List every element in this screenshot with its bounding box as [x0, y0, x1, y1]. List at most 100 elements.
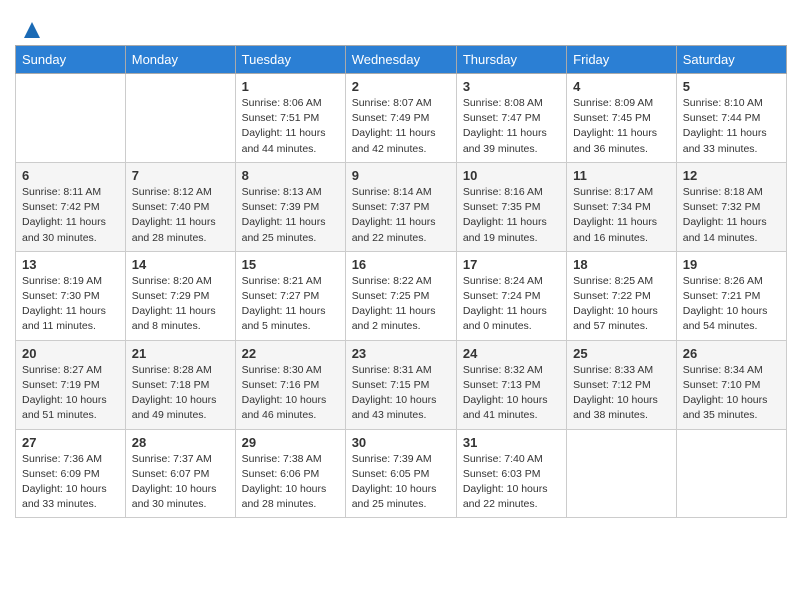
- calendar-day-cell: 16 Sunrise: 8:22 AMSunset: 7:25 PMDaylig…: [345, 251, 456, 340]
- calendar-day-cell: 12 Sunrise: 8:18 AMSunset: 7:32 PMDaylig…: [676, 162, 786, 251]
- day-number: 1: [242, 79, 339, 94]
- day-info: Sunrise: 8:21 AMSunset: 7:27 PMDaylight:…: [242, 275, 326, 333]
- page-header: [10, 10, 782, 45]
- day-number: 13: [22, 257, 119, 272]
- day-number: 6: [22, 168, 119, 183]
- calendar-day-cell: 10 Sunrise: 8:16 AMSunset: 7:35 PMDaylig…: [456, 162, 566, 251]
- calendar-body: 1 Sunrise: 8:06 AMSunset: 7:51 PMDayligh…: [16, 74, 787, 518]
- day-number: 3: [463, 79, 560, 94]
- day-info: Sunrise: 8:20 AMSunset: 7:29 PMDaylight:…: [132, 275, 216, 333]
- calendar-day-cell: 30 Sunrise: 7:39 AMSunset: 6:05 PMDaylig…: [345, 429, 456, 518]
- day-number: 22: [242, 346, 339, 361]
- calendar-day-cell: 15 Sunrise: 8:21 AMSunset: 7:27 PMDaylig…: [235, 251, 345, 340]
- day-number: 28: [132, 435, 229, 450]
- day-info: Sunrise: 8:33 AMSunset: 7:12 PMDaylight:…: [573, 364, 658, 422]
- day-number: 27: [22, 435, 119, 450]
- day-number: 20: [22, 346, 119, 361]
- day-info: Sunrise: 7:38 AMSunset: 6:06 PMDaylight:…: [242, 453, 327, 511]
- day-info: Sunrise: 8:18 AMSunset: 7:32 PMDaylight:…: [683, 186, 767, 244]
- calendar-day-cell: 9 Sunrise: 8:14 AMSunset: 7:37 PMDayligh…: [345, 162, 456, 251]
- weekday-header-cell: Thursday: [456, 46, 566, 74]
- calendar-day-cell: [567, 429, 677, 518]
- calendar-day-cell: 17 Sunrise: 8:24 AMSunset: 7:24 PMDaylig…: [456, 251, 566, 340]
- calendar-day-cell: 31 Sunrise: 7:40 AMSunset: 6:03 PMDaylig…: [456, 429, 566, 518]
- day-info: Sunrise: 8:30 AMSunset: 7:16 PMDaylight:…: [242, 364, 327, 422]
- day-info: Sunrise: 8:07 AMSunset: 7:49 PMDaylight:…: [352, 97, 436, 155]
- day-info: Sunrise: 8:25 AMSunset: 7:22 PMDaylight:…: [573, 275, 658, 333]
- day-number: 23: [352, 346, 450, 361]
- calendar-day-cell: 8 Sunrise: 8:13 AMSunset: 7:39 PMDayligh…: [235, 162, 345, 251]
- day-info: Sunrise: 7:37 AMSunset: 6:07 PMDaylight:…: [132, 453, 217, 511]
- day-number: 25: [573, 346, 670, 361]
- calendar-week-row: 20 Sunrise: 8:27 AMSunset: 7:19 PMDaylig…: [16, 340, 787, 429]
- weekday-header-cell: Monday: [125, 46, 235, 74]
- weekday-header-cell: Tuesday: [235, 46, 345, 74]
- day-info: Sunrise: 8:34 AMSunset: 7:10 PMDaylight:…: [683, 364, 768, 422]
- day-number: 16: [352, 257, 450, 272]
- day-info: Sunrise: 8:31 AMSunset: 7:15 PMDaylight:…: [352, 364, 437, 422]
- day-number: 29: [242, 435, 339, 450]
- day-info: Sunrise: 7:39 AMSunset: 6:05 PMDaylight:…: [352, 453, 437, 511]
- calendar-day-cell: [125, 74, 235, 163]
- calendar-day-cell: 13 Sunrise: 8:19 AMSunset: 7:30 PMDaylig…: [16, 251, 126, 340]
- day-number: 12: [683, 168, 780, 183]
- day-info: Sunrise: 7:40 AMSunset: 6:03 PMDaylight:…: [463, 453, 548, 511]
- calendar-day-cell: 6 Sunrise: 8:11 AMSunset: 7:42 PMDayligh…: [16, 162, 126, 251]
- day-info: Sunrise: 8:27 AMSunset: 7:19 PMDaylight:…: [22, 364, 107, 422]
- calendar-week-row: 27 Sunrise: 7:36 AMSunset: 6:09 PMDaylig…: [16, 429, 787, 518]
- calendar-day-cell: 7 Sunrise: 8:12 AMSunset: 7:40 PMDayligh…: [125, 162, 235, 251]
- day-number: 19: [683, 257, 780, 272]
- day-info: Sunrise: 8:26 AMSunset: 7:21 PMDaylight:…: [683, 275, 768, 333]
- calendar-day-cell: 18 Sunrise: 8:25 AMSunset: 7:22 PMDaylig…: [567, 251, 677, 340]
- day-number: 8: [242, 168, 339, 183]
- day-info: Sunrise: 8:06 AMSunset: 7:51 PMDaylight:…: [242, 97, 326, 155]
- day-info: Sunrise: 8:17 AMSunset: 7:34 PMDaylight:…: [573, 186, 657, 244]
- calendar-day-cell: 21 Sunrise: 8:28 AMSunset: 7:18 PMDaylig…: [125, 340, 235, 429]
- calendar-day-cell: 28 Sunrise: 7:37 AMSunset: 6:07 PMDaylig…: [125, 429, 235, 518]
- calendar-day-cell: 27 Sunrise: 7:36 AMSunset: 6:09 PMDaylig…: [16, 429, 126, 518]
- day-number: 30: [352, 435, 450, 450]
- calendar-day-cell: 25 Sunrise: 8:33 AMSunset: 7:12 PMDaylig…: [567, 340, 677, 429]
- day-number: 10: [463, 168, 560, 183]
- calendar-day-cell: 4 Sunrise: 8:09 AMSunset: 7:45 PMDayligh…: [567, 74, 677, 163]
- calendar-day-cell: 5 Sunrise: 8:10 AMSunset: 7:44 PMDayligh…: [676, 74, 786, 163]
- day-number: 21: [132, 346, 229, 361]
- calendar-day-cell: [16, 74, 126, 163]
- calendar-day-cell: 23 Sunrise: 8:31 AMSunset: 7:15 PMDaylig…: [345, 340, 456, 429]
- day-number: 15: [242, 257, 339, 272]
- day-number: 18: [573, 257, 670, 272]
- calendar-day-cell: 14 Sunrise: 8:20 AMSunset: 7:29 PMDaylig…: [125, 251, 235, 340]
- day-info: Sunrise: 8:11 AMSunset: 7:42 PMDaylight:…: [22, 186, 106, 244]
- day-info: Sunrise: 8:14 AMSunset: 7:37 PMDaylight:…: [352, 186, 436, 244]
- day-info: Sunrise: 8:09 AMSunset: 7:45 PMDaylight:…: [573, 97, 657, 155]
- logo-icon: [22, 20, 42, 40]
- calendar-day-cell: 19 Sunrise: 8:26 AMSunset: 7:21 PMDaylig…: [676, 251, 786, 340]
- weekday-header-cell: Sunday: [16, 46, 126, 74]
- weekday-header-cell: Wednesday: [345, 46, 456, 74]
- day-info: Sunrise: 8:28 AMSunset: 7:18 PMDaylight:…: [132, 364, 217, 422]
- weekday-header-cell: Saturday: [676, 46, 786, 74]
- calendar-day-cell: 2 Sunrise: 8:07 AMSunset: 7:49 PMDayligh…: [345, 74, 456, 163]
- calendar-day-cell: 1 Sunrise: 8:06 AMSunset: 7:51 PMDayligh…: [235, 74, 345, 163]
- day-info: Sunrise: 8:32 AMSunset: 7:13 PMDaylight:…: [463, 364, 548, 422]
- day-number: 11: [573, 168, 670, 183]
- calendar-week-row: 6 Sunrise: 8:11 AMSunset: 7:42 PMDayligh…: [16, 162, 787, 251]
- day-number: 5: [683, 79, 780, 94]
- day-info: Sunrise: 8:19 AMSunset: 7:30 PMDaylight:…: [22, 275, 106, 333]
- day-number: 31: [463, 435, 560, 450]
- day-number: 9: [352, 168, 450, 183]
- day-number: 24: [463, 346, 560, 361]
- calendar-table: SundayMondayTuesdayWednesdayThursdayFrid…: [15, 45, 787, 518]
- weekday-header-row: SundayMondayTuesdayWednesdayThursdayFrid…: [16, 46, 787, 74]
- calendar-week-row: 13 Sunrise: 8:19 AMSunset: 7:30 PMDaylig…: [16, 251, 787, 340]
- calendar-day-cell: 3 Sunrise: 8:08 AMSunset: 7:47 PMDayligh…: [456, 74, 566, 163]
- weekday-header-cell: Friday: [567, 46, 677, 74]
- calendar-day-cell: 20 Sunrise: 8:27 AMSunset: 7:19 PMDaylig…: [16, 340, 126, 429]
- calendar-day-cell: 26 Sunrise: 8:34 AMSunset: 7:10 PMDaylig…: [676, 340, 786, 429]
- day-number: 17: [463, 257, 560, 272]
- day-info: Sunrise: 8:24 AMSunset: 7:24 PMDaylight:…: [463, 275, 547, 333]
- day-number: 4: [573, 79, 670, 94]
- day-info: Sunrise: 8:12 AMSunset: 7:40 PMDaylight:…: [132, 186, 216, 244]
- day-info: Sunrise: 8:08 AMSunset: 7:47 PMDaylight:…: [463, 97, 547, 155]
- day-number: 14: [132, 257, 229, 272]
